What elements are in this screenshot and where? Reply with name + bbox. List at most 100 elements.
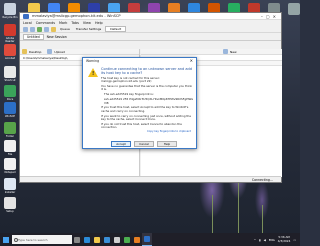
file-icon[interactable]	[4, 158, 16, 170]
main-toolbar: Queue Transfer Settings Default	[20, 26, 281, 33]
flower-stem	[212, 195, 213, 233]
recycle-bin-icon[interactable]	[4, 3, 16, 15]
window-titlebar[interactable]: mmalaviya@mslicgp.gemophon.kit.edu - Win…	[20, 13, 281, 20]
taskbar-app-chrome[interactable]	[122, 233, 132, 246]
app-icon[interactable]	[4, 85, 16, 97]
sync-icon[interactable]	[37, 26, 42, 32]
dialog-buttons: Accept Cancel Help	[111, 141, 177, 147]
close-icon[interactable]: ✕	[190, 58, 193, 63]
task-view-button[interactable]	[72, 233, 82, 246]
copy-fingerprint-link[interactable]: Copy key fingerprints to clipboard	[147, 130, 191, 133]
status-bar: Connecting...	[20, 176, 281, 182]
windows-logo-icon	[3, 236, 9, 243]
desktop-icon-label: Setup	[6, 210, 14, 213]
menu-commands[interactable]: Commands	[36, 21, 55, 25]
new-button[interactable]: New	[230, 50, 237, 54]
dialog-body: Continue connecting to an unknown server…	[101, 67, 193, 131]
winscp-app-icon	[23, 14, 29, 19]
setup-icon[interactable]	[4, 197, 16, 209]
app-icon[interactable]	[4, 122, 16, 134]
dialog-paragraph: If you do not trust this host, select Ca…	[101, 121, 182, 130]
flower-stem	[238, 180, 239, 233]
edge-icon	[84, 236, 90, 243]
drive-icon	[22, 49, 27, 54]
menu-mark[interactable]: Mark	[59, 21, 67, 25]
desktop-icon-label: Recycle Bin	[2, 16, 18, 19]
session-tabs: Untitled New Session	[20, 33, 281, 41]
folder-icon	[94, 236, 100, 243]
taskbar: Type here to search ^ ▮ ◀ ENG 5:36 AM 4/…	[0, 233, 300, 246]
winscp-icon[interactable]	[4, 102, 16, 114]
tray-chevron-icon[interactable]: ^	[254, 238, 256, 242]
desktop-icon-label: Folder	[5, 135, 14, 138]
menu-help[interactable]: Help	[95, 21, 103, 25]
status-text: Connecting...	[251, 178, 273, 182]
new-icon[interactable]	[223, 49, 228, 54]
desktop-icon-label: Docs	[6, 98, 14, 101]
acrobat-icon[interactable]	[4, 44, 16, 56]
upload-icon[interactable]	[47, 49, 53, 54]
transfer-settings-label: Transfer Settings	[75, 27, 102, 31]
pdf-reader-icon[interactable]	[4, 24, 16, 36]
dialog-title: Warning	[86, 59, 100, 63]
warning-exclamation: !	[92, 71, 95, 77]
fingerprint-type: The ssh-ed25519 key fingerprint is:	[104, 92, 154, 97]
menu-tabs[interactable]: Tabs	[71, 21, 79, 25]
local-drive-select[interactable]: Desktop	[29, 50, 41, 54]
help-button[interactable]: Help	[157, 141, 177, 147]
dialog-heading: Continue connecting to an unknown server…	[101, 67, 192, 75]
language-indicator[interactable]: ENG	[269, 238, 275, 242]
toolbar-button-icon[interactable]	[30, 26, 35, 32]
taskbar-app-mail[interactable]	[112, 233, 122, 246]
menu-local[interactable]: Local	[23, 21, 32, 25]
cancel-button[interactable]: Cancel	[134, 141, 154, 147]
desktop-icon-label: Acrobat	[4, 57, 15, 60]
notifications-icon[interactable]: ▭	[293, 238, 296, 242]
dialog-paragraph: If you want to carry on connecting just …	[101, 113, 191, 121]
mail-icon	[114, 236, 120, 243]
dialog-titlebar[interactable]: Warning ✕	[83, 58, 196, 64]
task-view-icon	[74, 236, 80, 243]
taskbar-app-store[interactable]	[102, 233, 112, 246]
volume-icon[interactable]: ◀	[264, 238, 266, 242]
window-title: mmalaviya@mslicgp.gemophon.kit.edu - Win…	[32, 14, 121, 18]
desktop-icon-label: File	[7, 153, 13, 156]
taskbar-app-winscp[interactable]	[142, 233, 152, 246]
fingerprint-value: ssh-ed25519 255 PdgeMXr3U5QXL7KvkM0p6TPW…	[104, 97, 193, 105]
taskbar-search[interactable]: Type here to search	[12, 235, 72, 244]
window-controls[interactable]: –▢✕	[261, 14, 279, 19]
firefox-icon	[134, 236, 140, 243]
new-session-tab[interactable]: New Session	[47, 35, 67, 39]
toolbar-button-icon[interactable]	[44, 26, 49, 32]
installer-icon[interactable]	[4, 178, 16, 190]
desktop-icon-label: Shortcut	[4, 79, 16, 82]
winscp-icon	[144, 236, 150, 242]
desktop-icon-label: Installer	[4, 191, 16, 194]
dialog-paragraph: The host key is not cached for this serv…	[101, 76, 160, 84]
store-icon	[104, 236, 110, 243]
accept-button[interactable]: Accept	[111, 141, 131, 147]
queue-label[interactable]: Queue	[60, 27, 70, 31]
taskbar-app-firefox[interactable]	[132, 233, 142, 246]
dialog-paragraph: You have no guarantee that the server is…	[101, 84, 192, 92]
upload-button[interactable]: Upload	[54, 50, 65, 54]
transfer-settings-select[interactable]: Default	[105, 26, 127, 32]
taskbar-app-edge[interactable]	[82, 233, 92, 246]
queue-icon[interactable]	[51, 26, 56, 32]
host-key-warning-dialog: Warning ✕ ! Continue connecting to an un…	[82, 57, 197, 149]
start-button[interactable]	[0, 233, 12, 246]
desktop-icon-label: WinSCP	[5, 115, 15, 118]
app-icon[interactable]	[288, 3, 300, 15]
flower-stem	[262, 205, 263, 233]
clock[interactable]: 5:36 AM 4/3/2024	[277, 236, 291, 243]
session-tab[interactable]: Untitled	[23, 33, 44, 40]
clock-date: 4/3/2024	[277, 238, 291, 243]
session-tab-label: Untitled	[27, 34, 40, 39]
dialog-paragraph: If you trust this host, select Accept to…	[101, 105, 189, 113]
file-icon[interactable]	[4, 140, 16, 152]
taskbar-app-explorer[interactable]	[92, 233, 102, 246]
menu-view[interactable]: View	[83, 21, 91, 25]
network-icon[interactable]: ▮	[259, 238, 261, 242]
toolbar-button-icon[interactable]	[23, 26, 28, 32]
shortcut-icon[interactable]	[4, 66, 16, 78]
